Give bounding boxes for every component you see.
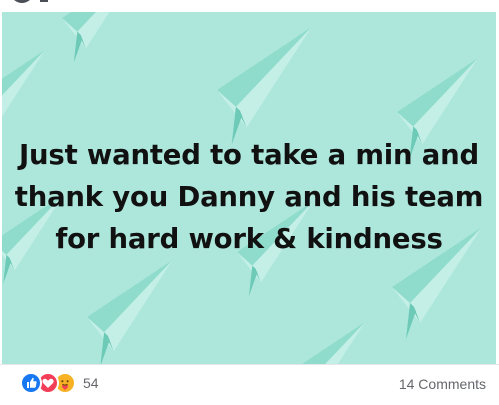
paper-plane-icon (217, 27, 312, 145)
paper-plane-icon (87, 260, 173, 364)
post-card: Just wanted to take a min and thank you … (0, 0, 499, 405)
comments-count-link[interactable]: 14 Comments (399, 376, 486, 392)
post-text-line: Just wanted to take a min and (19, 139, 479, 171)
post-header-remnant (0, 0, 499, 12)
post-footer: 54 14 Comments (0, 364, 499, 405)
post-text-line: thank you Danny and his team (14, 181, 484, 213)
like-icon[interactable] (20, 372, 42, 394)
avatar-edge (14, 0, 48, 3)
post-text-line: for hard work & kindness (55, 223, 443, 255)
reactions-summary[interactable]: 54 (20, 372, 99, 394)
paper-plane-icon (302, 322, 365, 364)
paper-plane-icon (62, 12, 139, 63)
post-text: Just wanted to take a min and thank you … (2, 134, 496, 260)
reaction-count[interactable]: 54 (83, 375, 99, 391)
paper-plane-icon (2, 50, 45, 129)
post-background: Just wanted to take a min and thank you … (2, 12, 496, 364)
